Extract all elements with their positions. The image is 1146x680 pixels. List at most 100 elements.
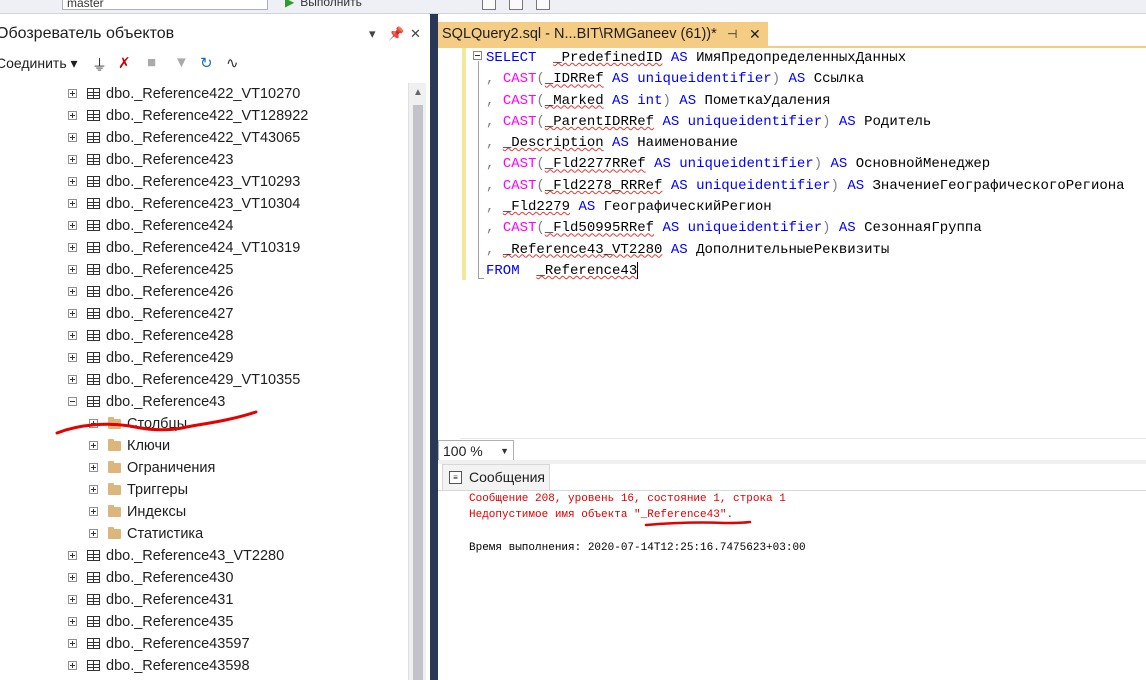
refresh-icon[interactable]: ↻ bbox=[200, 54, 213, 72]
activity-monitor-icon[interactable]: ∿ bbox=[226, 54, 239, 72]
collapse-toggle[interactable] bbox=[473, 51, 482, 60]
toolbar-button[interactable] bbox=[536, 0, 550, 10]
tree-item-label: dbo._Reference422_VT10270 bbox=[106, 86, 301, 102]
expand-icon[interactable] bbox=[89, 419, 98, 428]
disconnect-icon[interactable]: ✗ bbox=[118, 54, 131, 72]
folder-icon bbox=[108, 461, 121, 473]
expand-icon[interactable] bbox=[89, 507, 98, 516]
code-line[interactable]: , _Reference43_VT2280 AS ДополнительныеР… bbox=[486, 240, 1125, 261]
chevron-down-icon[interactable]: ▼ bbox=[500, 441, 509, 461]
code-token: uniqueidentifier bbox=[696, 177, 831, 194]
scrollbar-thumb[interactable] bbox=[413, 105, 423, 680]
expand-icon[interactable] bbox=[68, 177, 77, 186]
expand-icon[interactable] bbox=[89, 463, 98, 472]
tree-item-label: dbo._Reference425 bbox=[106, 262, 234, 278]
expand-icon[interactable] bbox=[68, 617, 77, 626]
code-token: AS bbox=[670, 50, 688, 66]
close-icon[interactable]: ✕ bbox=[410, 23, 421, 45]
folder-icon bbox=[108, 439, 121, 451]
tab-sqlquery2[interactable]: SQLQuery2.sql - N...BIT\RMGaneev (61))* … bbox=[438, 22, 768, 46]
code-token: , bbox=[486, 156, 503, 173]
code-token: ИмяПредопределенныхДанных bbox=[687, 50, 907, 66]
filter-icon[interactable]: ▼ bbox=[174, 54, 189, 71]
code-token: ) bbox=[822, 220, 831, 237]
expand-icon[interactable] bbox=[68, 375, 77, 384]
expand-icon[interactable] bbox=[68, 639, 77, 648]
object-explorer-scrollbar[interactable]: ▲ bbox=[408, 83, 426, 680]
expand-icon[interactable] bbox=[68, 353, 77, 362]
tree-item-label: dbo._Reference43598 bbox=[106, 658, 250, 674]
code-area[interactable]: SELECT _PredefinedID AS ИмяПредопределен… bbox=[486, 48, 1125, 282]
code-token: uniqueidentifier bbox=[687, 113, 823, 130]
expand-icon[interactable] bbox=[68, 111, 77, 120]
expand-icon[interactable] bbox=[68, 155, 77, 164]
expand-icon[interactable] bbox=[68, 331, 77, 340]
code-token: AS bbox=[612, 92, 629, 109]
tree-item-label: dbo._Reference435 bbox=[106, 614, 234, 630]
text-caret bbox=[637, 261, 639, 279]
expand-icon[interactable] bbox=[89, 485, 98, 494]
code-token: ) bbox=[813, 156, 823, 173]
folder-icon bbox=[108, 527, 121, 539]
expand-icon[interactable] bbox=[68, 595, 77, 604]
code-token: CAST bbox=[502, 220, 537, 237]
code-token: CAST bbox=[502, 92, 537, 109]
database-combo[interactable]: master bbox=[62, 0, 268, 10]
code-line[interactable]: , CAST(_ParentIDRRef AS uniqueidentifier… bbox=[486, 112, 1125, 133]
code-token: _Fld50995RRef bbox=[544, 220, 655, 237]
code-line[interactable]: SELECT _PredefinedID AS ИмяПредопределен… bbox=[486, 48, 1125, 69]
expand-icon[interactable] bbox=[68, 243, 77, 252]
tree-item-label: dbo._Reference424 bbox=[106, 218, 234, 234]
expand-icon[interactable] bbox=[68, 89, 77, 98]
close-icon[interactable]: ✕ bbox=[749, 22, 761, 46]
folder-icon bbox=[108, 417, 121, 429]
pane-divider[interactable] bbox=[430, 14, 438, 680]
expand-icon[interactable] bbox=[68, 133, 77, 142]
code-token: ( bbox=[536, 156, 545, 173]
expand-icon[interactable] bbox=[68, 265, 77, 274]
expand-icon[interactable] bbox=[68, 309, 77, 318]
code-token: _Marked bbox=[544, 92, 604, 109]
code-token: ( bbox=[536, 92, 545, 109]
code-token: ) bbox=[822, 113, 831, 130]
pin-icon[interactable]: 📌 bbox=[388, 23, 404, 45]
expand-icon[interactable] bbox=[68, 661, 77, 670]
code-token: _Reference43 bbox=[536, 262, 638, 279]
stop-icon[interactable]: ■ bbox=[147, 54, 156, 71]
scroll-up-icon[interactable]: ▲ bbox=[413, 87, 423, 98]
expand-icon[interactable] bbox=[68, 573, 77, 582]
code-line[interactable]: , CAST(_Marked AS int) AS ПометкаУдалени… bbox=[486, 91, 1125, 112]
connect-plug-icon[interactable]: ⏚ bbox=[92, 54, 107, 75]
code-line[interactable]: , CAST(_Fld50995RRef AS uniqueidentifier… bbox=[486, 218, 1125, 239]
zoom-select[interactable]: 100 % ▼ bbox=[438, 440, 514, 462]
code-token: _Fld2279 bbox=[502, 199, 571, 216]
pin-icon[interactable]: ⊣ bbox=[727, 22, 737, 46]
collapse-icon[interactable] bbox=[68, 397, 77, 406]
code-token: ЗначениеГеографическогоРегиона bbox=[864, 177, 1125, 194]
toolbar-button[interactable] bbox=[482, 0, 496, 10]
code-token: AS bbox=[838, 220, 856, 237]
code-line[interactable]: , CAST(_Fld2277RRef AS uniqueidentifier)… bbox=[486, 154, 1125, 175]
expand-icon[interactable] bbox=[68, 551, 77, 560]
expand-icon[interactable] bbox=[68, 199, 77, 208]
execute-button[interactable]: ▶ Выполнить bbox=[285, 0, 395, 10]
tab-messages[interactable]: ≡ Сообщения bbox=[442, 464, 550, 490]
table-icon bbox=[87, 286, 100, 297]
query-editor[interactable]: SELECT _PredefinedID AS ИмяПредопределен… bbox=[438, 48, 1146, 438]
code-line[interactable]: , _Fld2279 AS ГеографическийРегион bbox=[486, 197, 1125, 218]
code-line[interactable]: , _Description AS Наименование bbox=[486, 133, 1125, 154]
toolbar-button[interactable] bbox=[509, 0, 523, 10]
connect-button[interactable]: Соединить ▾ bbox=[0, 55, 78, 72]
dropdown-icon[interactable]: ▾ bbox=[369, 23, 376, 45]
code-line[interactable]: , CAST(_IDRRef AS uniqueidentifier) AS С… bbox=[486, 69, 1125, 90]
expand-icon[interactable] bbox=[68, 221, 77, 230]
code-line[interactable]: FROM _Reference43 bbox=[486, 261, 1125, 282]
code-token: СезоннаяГруппа bbox=[855, 220, 982, 237]
code-token: AS bbox=[838, 113, 856, 130]
expand-icon[interactable] bbox=[68, 287, 77, 296]
expand-icon[interactable] bbox=[89, 441, 98, 450]
expand-icon[interactable] bbox=[89, 529, 98, 538]
code-line[interactable]: , CAST(_Fld2278_RRRef AS uniqueidentifie… bbox=[486, 176, 1125, 197]
code-token: AS bbox=[788, 71, 806, 88]
